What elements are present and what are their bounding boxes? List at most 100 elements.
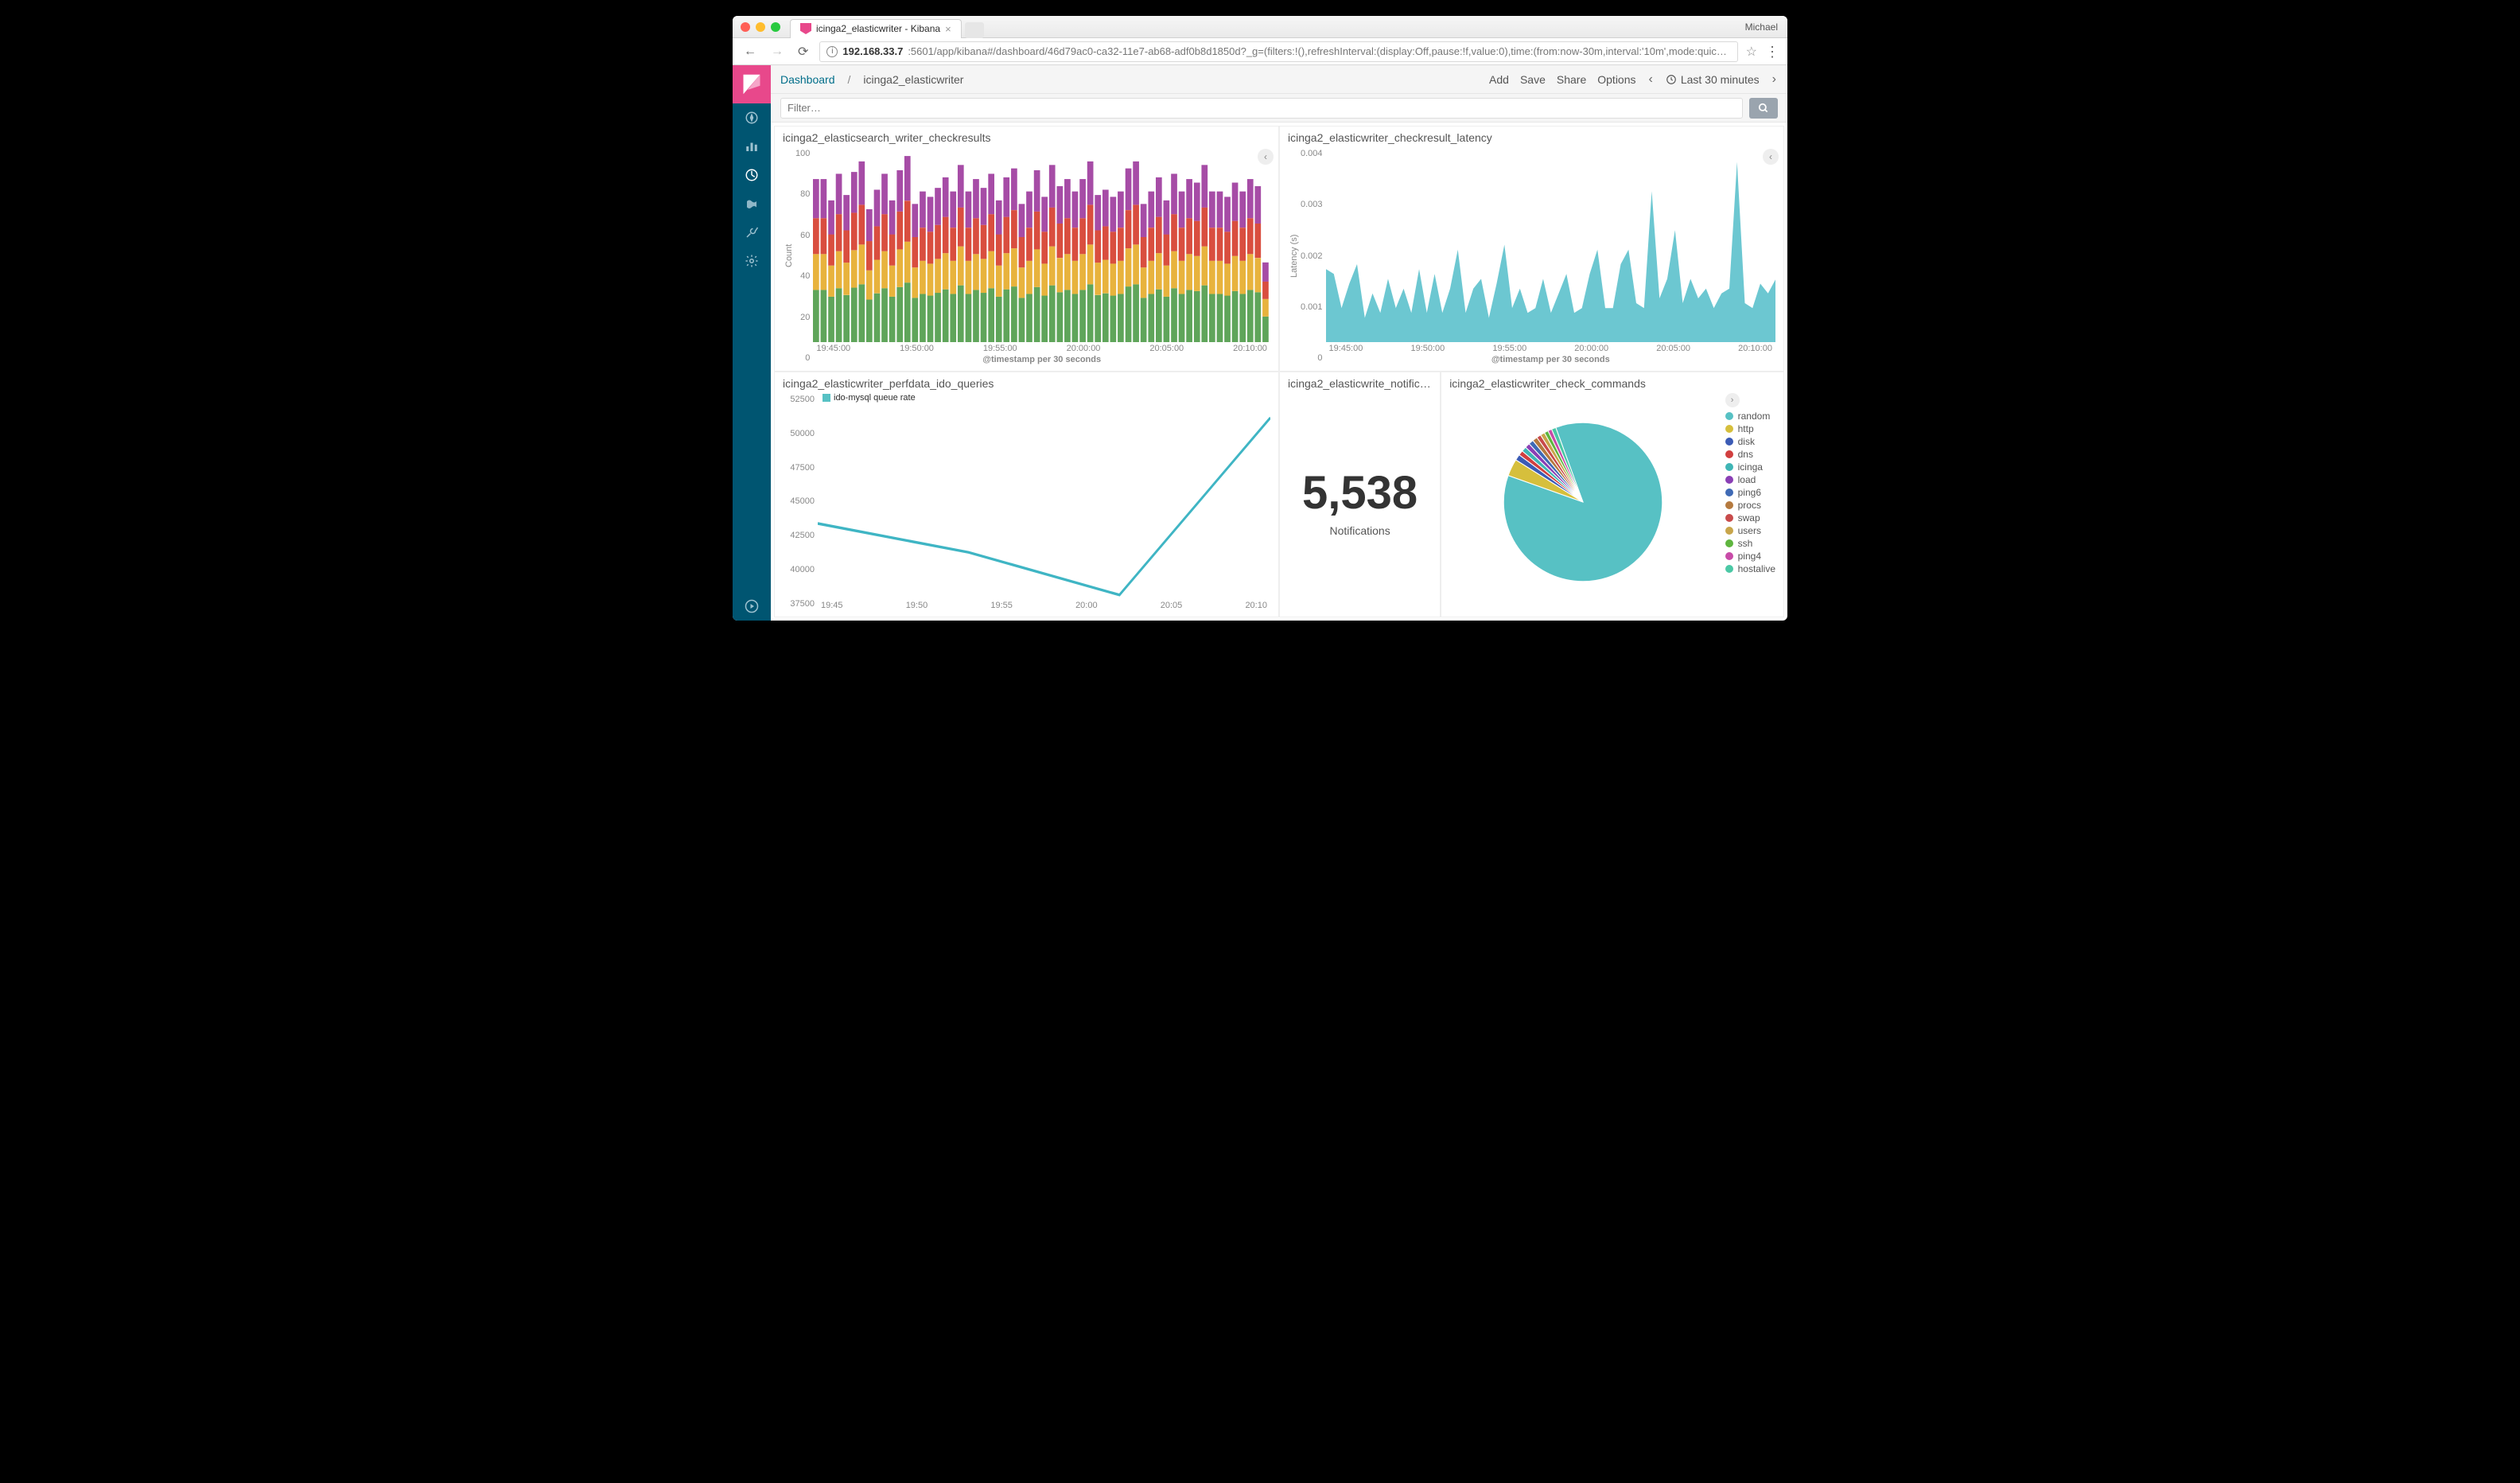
stacked-bar-chart[interactable] bbox=[813, 147, 1270, 342]
legend-item[interactable]: swap bbox=[1725, 512, 1775, 524]
breadcrumb-separator: / bbox=[848, 73, 851, 86]
collapse-sidebar-icon[interactable] bbox=[733, 592, 771, 621]
panel-checkresults: icinga2_elasticsearch_writer_checkresult… bbox=[774, 126, 1279, 372]
minimize-window-button[interactable] bbox=[756, 22, 765, 32]
url-field[interactable]: i 192.168.33.7:5601/app/kibana#/dashboar… bbox=[819, 41, 1737, 62]
browser-tab[interactable]: icinga2_elasticwriter - Kibana × bbox=[790, 19, 962, 38]
legend-item[interactable]: users bbox=[1725, 525, 1775, 536]
options-button[interactable]: Options bbox=[1597, 73, 1635, 86]
x-axis-label: @timestamp per 30 seconds bbox=[813, 355, 1270, 364]
close-window-button[interactable] bbox=[741, 22, 750, 32]
legend-item[interactable]: hostalive bbox=[1725, 563, 1775, 574]
legend-item[interactable]: dns bbox=[1725, 449, 1775, 460]
search-button[interactable] bbox=[1749, 98, 1778, 119]
x-axis-label: @timestamp per 30 seconds bbox=[1326, 355, 1775, 364]
address-bar: ← → ⟳ i 192.168.33.7:5601/app/kibana#/da… bbox=[733, 38, 1787, 65]
time-back-icon[interactable]: ‹ bbox=[1647, 72, 1655, 87]
panel-title: icinga2_elasticwriter_check_commands bbox=[1449, 377, 1775, 390]
time-forward-icon[interactable]: › bbox=[1771, 72, 1778, 87]
url-host: 192.168.33.7 bbox=[842, 45, 903, 57]
browser-profile[interactable]: Michael bbox=[1745, 21, 1778, 33]
tab-title: icinga2_elasticwriter - Kibana bbox=[816, 23, 940, 34]
panel-notifications: icinga2_elasticwrite_notification_… 5,53… bbox=[1279, 372, 1441, 617]
devtools-icon[interactable] bbox=[733, 218, 771, 247]
back-button[interactable]: ← bbox=[741, 43, 760, 60]
pie-legend: › randomhttpdiskdnsicingaloadping6procss… bbox=[1725, 393, 1775, 610]
browser-menu-icon[interactable]: ⋮ bbox=[1765, 45, 1779, 59]
legend-swatch bbox=[1725, 425, 1733, 433]
metric-label: Notifications bbox=[1329, 524, 1390, 537]
legend-item[interactable]: http bbox=[1725, 423, 1775, 434]
legend-label: dns bbox=[1738, 449, 1753, 460]
legend-swatch bbox=[1725, 514, 1733, 522]
area-chart[interactable] bbox=[1326, 147, 1775, 342]
panel-title: icinga2_elasticwriter_perfdata_ido_queri… bbox=[783, 377, 1270, 390]
legend-item[interactable]: disk bbox=[1725, 436, 1775, 447]
zoom-window-button[interactable] bbox=[771, 22, 780, 32]
management-icon[interactable] bbox=[733, 247, 771, 275]
x-ticks: 19:45:00 19:50:00 19:55:00 20:00:00 20:0… bbox=[813, 342, 1270, 353]
legend-swatch bbox=[1725, 552, 1733, 560]
metric-display: 5,538 Notifications bbox=[1288, 393, 1432, 610]
pie-chart[interactable] bbox=[1449, 393, 1717, 610]
new-tab-button[interactable] bbox=[965, 22, 984, 38]
legend-swatch bbox=[1725, 565, 1733, 573]
close-tab-icon[interactable]: × bbox=[945, 23, 951, 35]
legend-swatch bbox=[1725, 463, 1733, 471]
timepicker[interactable]: Last 30 minutes bbox=[1666, 73, 1760, 86]
legend-swatch bbox=[1725, 438, 1733, 446]
legend-swatch bbox=[1725, 527, 1733, 535]
legend-item[interactable]: load bbox=[1725, 474, 1775, 485]
app-body: Dashboard / icinga2_elasticwriter Add Sa… bbox=[733, 65, 1787, 621]
legend-label: disk bbox=[1738, 436, 1755, 447]
reload-button[interactable]: ⟳ bbox=[795, 42, 811, 61]
filter-input[interactable] bbox=[780, 98, 1743, 119]
legend-toggle-icon[interactable]: › bbox=[1725, 393, 1740, 407]
forward-button[interactable]: → bbox=[768, 43, 787, 60]
timelion-icon[interactable] bbox=[733, 189, 771, 218]
panel-check-commands: icinga2_elasticwriter_check_commands › r… bbox=[1441, 372, 1784, 617]
legend-label: ping6 bbox=[1738, 487, 1761, 498]
legend-label: swap bbox=[1738, 512, 1760, 524]
y-ticks: 100 80 60 40 20 0 bbox=[795, 147, 813, 364]
dashboard-icon[interactable] bbox=[733, 161, 771, 189]
browser-tabstrip: icinga2_elasticwriter - Kibana × bbox=[790, 16, 984, 38]
save-button[interactable]: Save bbox=[1520, 73, 1546, 86]
legend-item[interactable]: ssh bbox=[1725, 538, 1775, 549]
panel-latency: icinga2_elasticwriter_checkresult_latenc… bbox=[1279, 126, 1784, 372]
y-axis-label: Latency (s) bbox=[1288, 147, 1301, 364]
share-button[interactable]: Share bbox=[1557, 73, 1586, 86]
line-chart[interactable] bbox=[818, 393, 1270, 599]
y-axis-label: Count bbox=[783, 147, 795, 364]
legend-item[interactable]: procs bbox=[1725, 500, 1775, 511]
dashboard-panels: icinga2_elasticsearch_writer_checkresult… bbox=[771, 123, 1787, 621]
breadcrumb-root[interactable]: Dashboard bbox=[780, 73, 835, 86]
panel-title: icinga2_elasticwrite_notification_… bbox=[1288, 377, 1432, 390]
panel-title: icinga2_elasticwriter_checkresult_latenc… bbox=[1288, 131, 1775, 144]
legend-item[interactable]: random bbox=[1725, 411, 1775, 422]
discover-icon[interactable] bbox=[733, 103, 771, 132]
legend-label: http bbox=[1738, 423, 1754, 434]
kibana-logo[interactable] bbox=[733, 65, 771, 103]
kibana-sidebar bbox=[733, 65, 771, 621]
content-area: Dashboard / icinga2_elasticwriter Add Sa… bbox=[771, 65, 1787, 621]
bookmark-star-icon[interactable]: ☆ bbox=[1746, 44, 1757, 60]
legend-swatch bbox=[1725, 412, 1733, 420]
legend-swatch bbox=[1725, 488, 1733, 496]
titlebar: icinga2_elasticwriter - Kibana × Michael bbox=[733, 16, 1787, 38]
legend-label: users bbox=[1738, 525, 1761, 536]
traffic-lights bbox=[741, 22, 780, 32]
legend-label: procs bbox=[1738, 500, 1761, 511]
legend-item[interactable]: icinga bbox=[1725, 461, 1775, 473]
legend-item[interactable]: ping6 bbox=[1725, 487, 1775, 498]
add-button[interactable]: Add bbox=[1489, 73, 1509, 86]
y-ticks: 52500 50000 47500 45000 42500 40000 3750… bbox=[783, 393, 818, 610]
site-info-icon[interactable]: i bbox=[826, 46, 838, 57]
legend-item[interactable]: ping4 bbox=[1725, 551, 1775, 562]
metric-value: 5,538 bbox=[1302, 466, 1418, 520]
legend-label: load bbox=[1738, 474, 1756, 485]
legend-label: icinga bbox=[1738, 461, 1763, 473]
clock-icon bbox=[1666, 74, 1677, 85]
panel-title: icinga2_elasticsearch_writer_checkresult… bbox=[783, 131, 1270, 144]
visualize-icon[interactable] bbox=[733, 132, 771, 161]
